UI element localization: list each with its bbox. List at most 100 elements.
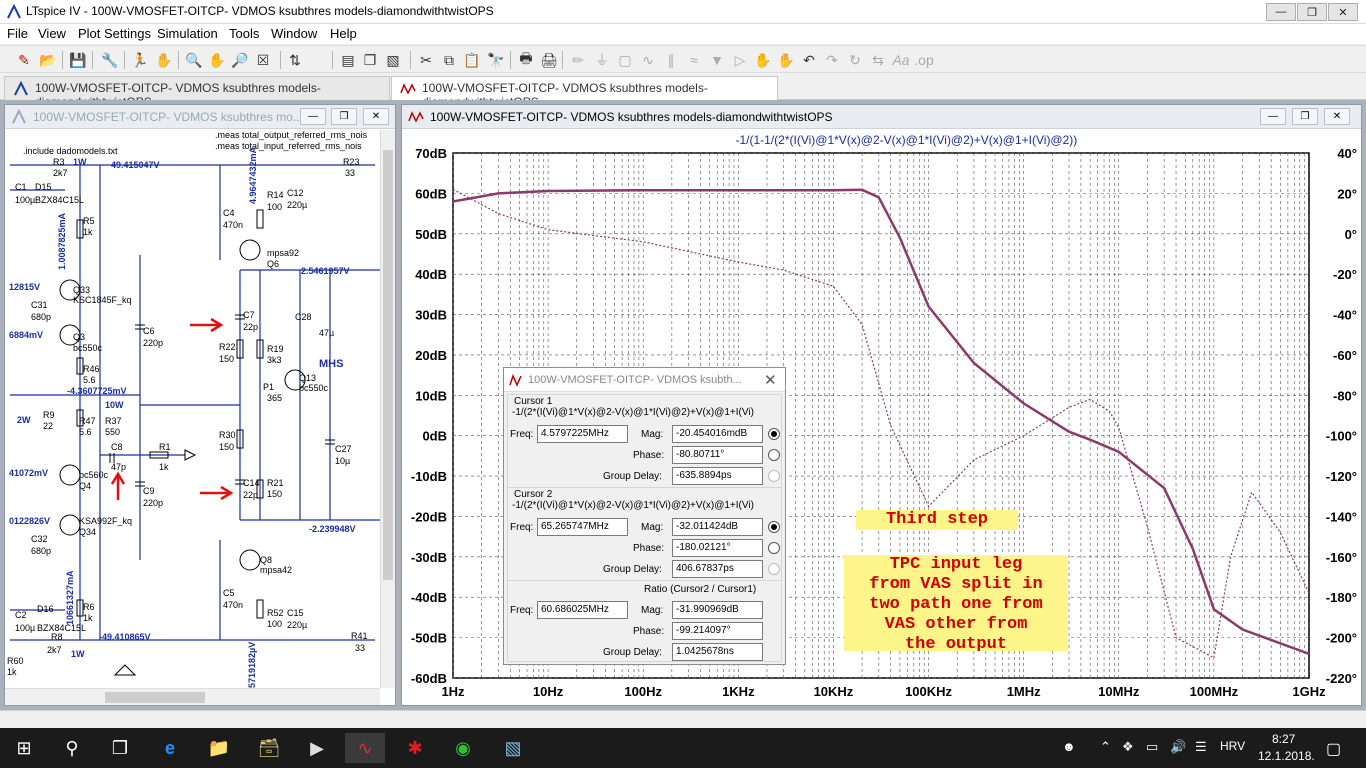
cursor2-mag-field[interactable]: -32.011424dB [672,518,763,536]
cursor1-mag-radio[interactable] [768,428,780,440]
menu-view[interactable]: View [38,26,66,41]
schematic-close-button[interactable]: ✕ [363,108,389,125]
mirror-icon[interactable]: ⇆ [868,50,888,70]
control-panel-icon[interactable]: 🔧 [100,50,120,70]
rotate-icon[interactable]: ↻ [845,50,865,70]
close-button[interactable]: ✕ [1328,3,1358,21]
redo-icon[interactable]: ↷ [822,50,842,70]
battery-icon[interactable]: ▭ [1146,739,1158,755]
network-icon[interactable]: ☰ [1195,739,1207,755]
ground-icon[interactable]: ⏚ [592,50,612,70]
wire-icon[interactable]: ✏ [568,50,588,70]
cascade-icon[interactable]: ❐ [360,50,380,70]
menu-plot-settings[interactable]: Plot Settings [78,26,151,41]
app-icon[interactable]: ▧ [493,733,533,763]
file-explorer-icon[interactable]: 📁 [199,733,239,763]
ltspice-taskbar-icon[interactable]: ∿ [345,733,385,763]
notification-icon[interactable]: ▢ [1326,739,1341,759]
schematic-hscrollbar[interactable] [5,688,380,705]
minimize-button[interactable]: — [1266,3,1296,21]
cursor2-phase-field[interactable]: -180.02121° [672,539,763,557]
edge-icon[interactable]: e [150,733,190,763]
find-icon[interactable]: 🔭 [486,50,506,70]
cursor1-group-delay-radio[interactable] [768,470,780,482]
save-icon[interactable]: 💾 [68,50,88,70]
schematic-label: 0122826V [9,516,51,526]
move-icon[interactable]: ✋ [753,50,773,70]
cut-icon[interactable]: ✂ [416,50,436,70]
component-icon[interactable]: ▷ [730,50,750,70]
drag-icon[interactable]: ✋ [776,50,796,70]
cursor2-phase-radio[interactable] [768,542,780,554]
print-icon[interactable]: 🖨 [539,50,559,70]
ratio-freq-field[interactable]: 60.686025MHz [537,601,628,619]
tile-horizontal-icon[interactable]: ▤ [338,50,358,70]
spice-directive-icon[interactable]: .op [914,50,934,70]
zoom-out-icon[interactable]: 🔎 [230,50,250,70]
cursor1-group-delay-field[interactable]: -635.8894ps [672,467,763,485]
capacitor-icon[interactable]: ∥ [661,50,681,70]
inductor-icon[interactable]: ≈ [684,50,704,70]
schematic-vscrollbar[interactable] [380,130,395,688]
text-icon[interactable]: Aa [891,50,911,70]
open-icon[interactable]: 📂 [38,50,58,70]
menu-simulation[interactable]: Simulation [157,26,218,41]
ratio-group-delay-field[interactable]: 1.0425678ns [672,643,763,661]
folder-icon[interactable]: 🗃 [249,733,289,763]
new-schematic-icon[interactable]: ✎ [14,50,34,70]
dropbox-icon[interactable]: ❖ [1122,739,1134,755]
volume-icon[interactable]: 🔊 [1170,739,1186,755]
schematic-minimize-button[interactable]: — [300,108,326,125]
schematic-vscroll-thumb[interactable] [383,150,393,580]
language-indicator[interactable]: HRV [1220,739,1245,753]
chevron-up-icon[interactable]: ⌃ [1100,739,1111,755]
waveform-minimize-button[interactable]: — [1260,108,1286,125]
menu-tools[interactable]: Tools [229,26,259,41]
zoom-fit-icon[interactable]: ☒ [253,50,273,70]
cursor2-mag-radio[interactable] [768,521,780,533]
cursor2-group-delay-radio[interactable] [768,563,780,575]
cursor2-freq-field[interactable]: 65.265747MHz [537,518,628,536]
restore-button[interactable]: ❐ [1297,3,1327,21]
clock-date[interactable]: 12.1.2018. [1258,749,1315,763]
app-icon[interactable]: ◉ [443,733,483,763]
pan-icon[interactable]: ✋ [207,50,227,70]
app-icon[interactable]: ✱ [395,733,435,763]
resistor-icon[interactable]: ∿ [638,50,658,70]
cursor1-phase-radio[interactable] [768,449,780,461]
search-icon[interactable]: ⚲ [52,733,92,763]
label-icon[interactable]: ▢ [615,50,635,70]
tab-schematic[interactable]: 100W-VMOSFET-OITCP- VDMOS ksubthres mode… [4,76,390,109]
copy-icon[interactable]: ⧉ [439,50,459,70]
cursor1-mag-field[interactable]: -20.454016mdB [672,425,763,443]
tab-waveform[interactable]: 100W-VMOSFET-OITCP- VDMOS ksubthres mode… [391,76,778,109]
halt-icon[interactable]: ✋ [154,50,174,70]
schematic-hscroll-thumb[interactable] [105,692,205,703]
waveform-restore-button[interactable]: ❐ [1292,108,1318,125]
windows-start-icon[interactable]: ⊞ [4,733,44,763]
cursor1-freq-field[interactable]: 4.5797225MHz [537,425,628,443]
diode-icon[interactable]: ▼ [707,50,727,70]
print-setup-icon[interactable]: 🖶 [516,50,536,70]
undo-icon[interactable]: ↶ [799,50,819,70]
schematic-restore-button[interactable]: ❐ [331,108,357,125]
people-icon[interactable]: ☻ [1062,739,1076,754]
cursor-dialog-close-icon[interactable]: ✕ [764,371,777,389]
autorange-icon[interactable]: ⇅ [285,50,305,70]
cursor2-group-delay-field[interactable]: 406.67837ps [672,560,763,578]
clock-time[interactable]: 8:27 [1272,732,1295,746]
waveform-close-button[interactable]: ✕ [1324,108,1350,125]
menu-help[interactable]: Help [330,26,357,41]
media-icon[interactable]: ▶ [297,733,337,763]
ratio-mag-field[interactable]: -31.990969dB [672,601,763,619]
schematic-canvas[interactable]: .include dadomodels.txt .meas total_outp… [5,130,380,688]
run-icon[interactable]: 🏃 [130,50,150,70]
menu-window[interactable]: Window [271,26,317,41]
ratio-phase-field[interactable]: -99.214097° [672,622,763,640]
menu-file[interactable]: File [7,26,28,41]
cursor1-phase-field[interactable]: -80.80711° [672,446,763,464]
zoom-in-icon[interactable]: 🔍 [184,50,204,70]
paste-icon[interactable]: 📋 [462,50,482,70]
task-view-icon[interactable]: ❐ [100,733,140,763]
tile-vertical-icon[interactable]: ▧ [383,50,403,70]
